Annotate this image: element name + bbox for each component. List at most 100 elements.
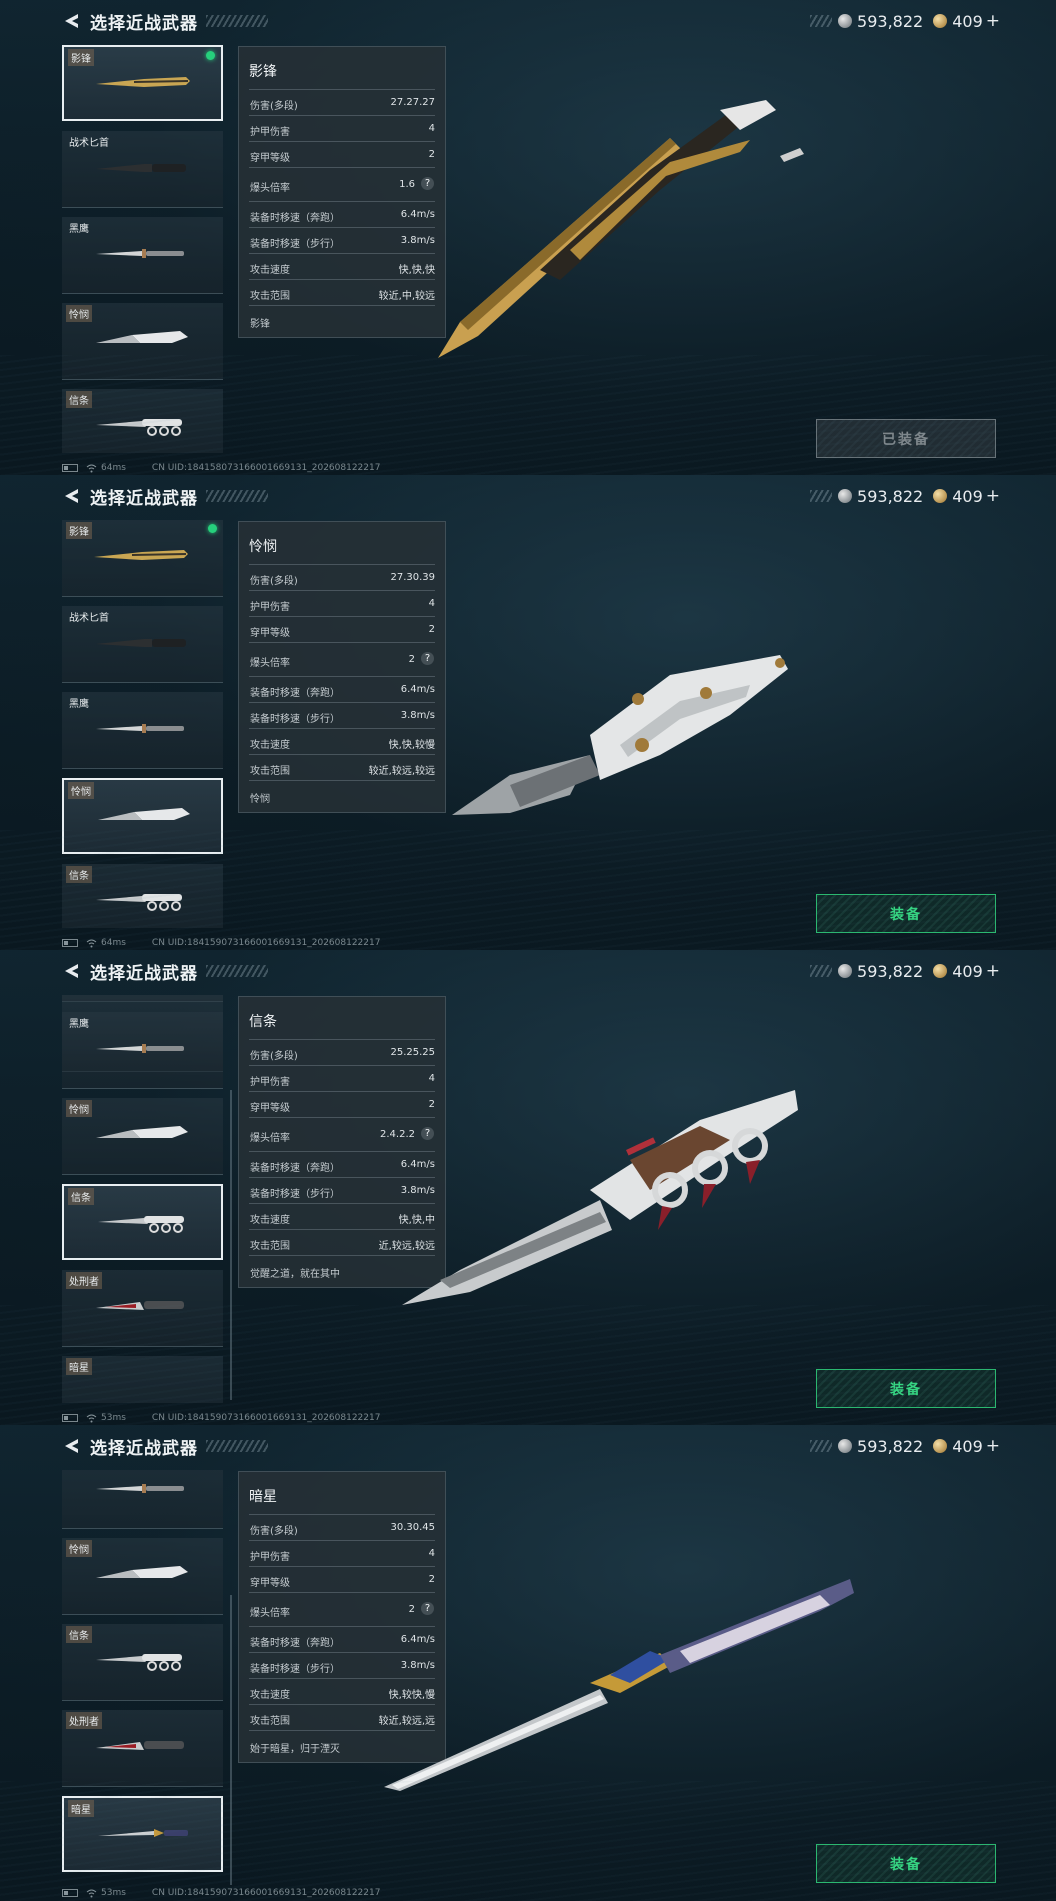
knife-knuckle-icon (96, 1654, 182, 1671)
weapon-card-dark-star[interactable]: 暗星 (62, 1356, 223, 1403)
weapon-card-shadow-edge[interactable]: 影锋 (62, 45, 223, 121)
weapon-card-label: 暗星 (66, 1358, 92, 1375)
stat-row: 装备时移速（奔跑） 6.4m/s (249, 201, 435, 228)
battery-icon (62, 1414, 78, 1422)
stat-label: 装备时移速（步行） (250, 714, 340, 725)
weapon-card-label: 黑鹰 (69, 1019, 89, 1030)
equipped-indicator (208, 524, 217, 533)
list-scrollbar[interactable] (230, 1595, 232, 1885)
weapon-list[interactable]: 影锋 战术匕首 黑鹰 怜悯 信条 (62, 45, 225, 453)
equip-button[interactable]: 装备 (816, 1844, 996, 1883)
weapon-name: 信条 (249, 1014, 277, 1030)
header: 选择近战武器 (62, 1433, 268, 1459)
weapon-card-executioner[interactable]: 处刑者 (62, 1270, 223, 1347)
add-currency-button[interactable]: + (986, 1436, 1000, 1456)
stat-label: 攻击速度 (250, 1215, 290, 1226)
status-footer: 53ms CN UID:184159073166001669131_202608… (62, 1887, 380, 1899)
weapon-card-black-hawk[interactable]: 黑鹰 (62, 692, 223, 769)
equip-button[interactable]: 装备 (816, 894, 996, 933)
knife-katana-icon (98, 1829, 188, 1837)
stat-value: 2 (408, 654, 415, 665)
equipped-button[interactable]: 已装备 (816, 419, 996, 458)
weapon-card-label: 处刑者 (66, 1712, 102, 1729)
stat-row: 装备时移速（步行） 3.8m/s (249, 702, 435, 729)
gold-amount: 409 (952, 11, 983, 31)
weapon-card-creed[interactable]: 信条 (62, 1624, 223, 1701)
weapon-render-shadow-edge (438, 100, 804, 358)
stat-value: 25.25.25 (390, 1047, 435, 1058)
weapon-list[interactable]: 黑鹰 怜悯 信条 处刑者 暗星 (62, 995, 225, 1403)
header: 选择近战武器 (62, 8, 268, 34)
help-icon[interactable]: ? (421, 652, 434, 665)
stat-row: 穿甲等级 2 (249, 141, 435, 168)
back-arrow-icon[interactable] (62, 962, 80, 980)
weapon-card-tactical-dagger[interactable]: 战术匕首 (62, 606, 223, 683)
weapon-card-mercy[interactable]: 怜悯 (62, 303, 223, 380)
weapon-card-mercy[interactable]: 怜悯 (62, 1098, 223, 1175)
stat-row: 攻击范围 较近,较远,较远 (249, 754, 435, 781)
status-footer: 64ms CN UID:18415807316600166913​1_20260… (62, 462, 380, 474)
weapon-card-creed[interactable]: 信条 (62, 389, 223, 453)
silver-amount: 593,822 (857, 1436, 924, 1456)
weapon-card-label: 黑鹰 (69, 699, 89, 710)
stat-value: 1.6 (399, 179, 415, 190)
description-text: 影锋 (250, 319, 270, 330)
weapon-card-label: 怜悯 (66, 1100, 92, 1117)
weapon-card-label: 暗星 (68, 1800, 94, 1817)
stat-label: 伤害(多段) (250, 576, 298, 587)
weapon-card-dark-star[interactable]: 暗星 (62, 1796, 223, 1872)
stat-label: 爆头倍率 (250, 183, 290, 194)
weapon-card-creed[interactable]: 信条 (62, 864, 223, 928)
stat-label: 攻击范围 (250, 291, 290, 302)
list-scrollbar[interactable] (230, 1090, 232, 1400)
battery-icon (62, 464, 78, 472)
stat-row: 护甲伤害 4 (249, 115, 435, 142)
weapon-render-mercy (452, 655, 788, 815)
gold-coin-icon (933, 964, 948, 978)
equip-button[interactable]: 装备 (816, 1369, 996, 1408)
stat-row: 护甲伤害 4 (249, 1540, 435, 1567)
weapon-list[interactable]: 怜悯 信条 处刑者 暗星 (62, 1470, 225, 1878)
stat-label: 装备时移速（奔跑） (250, 1163, 340, 1174)
wifi-icon (86, 464, 97, 472)
weapon-card-black-hawk[interactable]: 黑鹰 (62, 1012, 223, 1089)
add-currency-button[interactable]: + (986, 486, 1000, 506)
weapon-name: 影锋 (249, 64, 277, 80)
stat-label: 攻击速度 (250, 265, 290, 276)
stat-label: 攻击范围 (250, 1241, 290, 1252)
add-currency-button[interactable]: + (986, 11, 1000, 31)
silver-coin-icon (838, 1439, 853, 1453)
weapon-card-black-hawk[interactable] (62, 1470, 223, 1529)
stat-value: 4 (428, 1548, 435, 1559)
knife-gold-icon (96, 77, 190, 87)
stat-row: 攻击范围 较近,中,较远 (249, 279, 435, 306)
stat-row: 伤害(多段) 27.30.39 (249, 564, 435, 591)
weapon-card-mercy[interactable]: 怜悯 (62, 1538, 223, 1615)
knife-knuckle-icon (96, 894, 182, 911)
back-arrow-icon[interactable] (62, 487, 80, 505)
page-title: 选择近战武器 (90, 488, 198, 509)
weapon-card-creed[interactable]: 信条 (62, 1184, 223, 1260)
back-arrow-icon[interactable] (62, 1437, 80, 1455)
stat-label: 装备时移速（奔跑） (250, 688, 340, 699)
knife-knuckle-icon (96, 419, 182, 436)
add-currency-button[interactable]: + (986, 961, 1000, 981)
header: 选择近战武器 (62, 483, 268, 509)
stat-label: 装备时移速（奔跑） (250, 213, 340, 224)
back-arrow-icon[interactable] (62, 12, 80, 30)
weapon-list[interactable]: 影锋 战术匕首 黑鹰 怜悯 信条 (62, 520, 225, 928)
equipped-indicator (206, 51, 215, 60)
weapon-name: 怜悯 (249, 539, 277, 555)
gold-coin-icon (933, 1439, 948, 1453)
weapon-render-creed (402, 1090, 798, 1305)
weapon-card-executioner[interactable]: 处刑者 (62, 1710, 223, 1787)
status-footer: 64ms CN UID:184159073166001669131_202608… (62, 937, 380, 949)
weapon-card-tactical-dagger[interactable]: 战术匕首 (62, 131, 223, 208)
weapon-card-shadow-edge[interactable]: 影锋 (62, 520, 223, 597)
knife-white-icon (98, 808, 190, 820)
currency-bar: 593,822 409 + (810, 9, 1000, 33)
weapon-card-black-hawk[interactable]: 黑鹰 (62, 217, 223, 294)
stat-row: 伤害(多段) 27.27.27 (249, 89, 435, 116)
title-decoration (206, 490, 268, 502)
weapon-card-mercy[interactable]: 怜悯 (62, 778, 223, 854)
